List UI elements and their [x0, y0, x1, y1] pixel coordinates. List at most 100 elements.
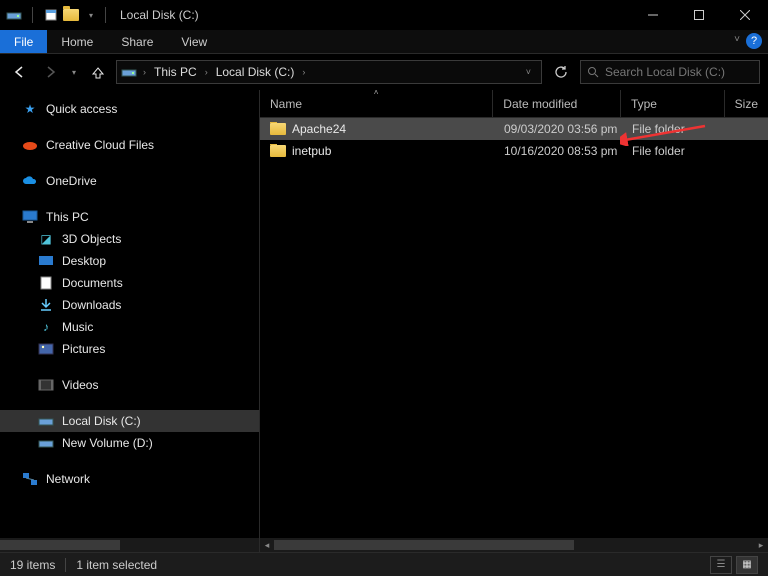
chevron-right-icon[interactable]: › [141, 67, 148, 77]
ribbon-collapse-icon[interactable]: ˅ [734, 34, 740, 45]
breadcrumb[interactable]: Local Disk (C:) [214, 65, 297, 79]
column-label: Date modified [503, 97, 577, 111]
address-dropdown-icon[interactable]: ˅ [520, 67, 537, 77]
recent-dropdown-icon[interactable]: ▾ [68, 60, 80, 84]
search-icon [587, 66, 599, 78]
sidebar-item-label: OneDrive [46, 174, 97, 188]
sidebar-item-network[interactable]: Network [0, 468, 259, 490]
main-scrollbar[interactable]: ◂ ▸ [260, 538, 768, 552]
desktop-icon [38, 253, 54, 269]
sidebar-item-label: Documents [62, 276, 123, 290]
status-selection-count: 1 item selected [76, 558, 157, 572]
help-icon[interactable]: ? [746, 33, 762, 49]
column-label: Name [270, 97, 302, 111]
nav-row: ▾ › This PC › Local Disk (C:) › ˅ [0, 54, 768, 90]
sidebar-item-label: 3D Objects [62, 232, 121, 246]
file-date: 10/16/2020 08:53 pm [494, 144, 622, 158]
sidebar-item-label: Music [62, 320, 93, 334]
star-icon: ★ [22, 101, 38, 117]
file-row[interactable]: inetpub 10/16/2020 08:53 pm File folder [260, 140, 768, 162]
chevron-right-icon[interactable]: › [203, 67, 210, 77]
file-list: Name ˄ Date modified Type Size Apache24 0… [260, 90, 768, 552]
column-label: Size [735, 97, 758, 111]
quick-access-toolbar: ▾ [0, 7, 99, 23]
cloud-icon [22, 173, 38, 189]
scroll-left-icon[interactable]: ◂ [260, 538, 274, 552]
sidebar-item-label: Network [46, 472, 90, 486]
breadcrumb[interactable]: This PC [152, 65, 199, 79]
file-type: File folder [622, 144, 726, 158]
minimize-button[interactable] [630, 0, 676, 30]
sidebar-item-quick-access[interactable]: ★ Quick access [0, 98, 259, 120]
sidebar-item-label: Desktop [62, 254, 106, 268]
sidebar-item-label: This PC [46, 210, 89, 224]
sidebar-item-label: New Volume (D:) [62, 436, 153, 450]
picture-icon [38, 341, 54, 357]
sidebar-item-label: Creative Cloud Files [46, 138, 154, 152]
chevron-right-icon[interactable]: › [300, 67, 307, 77]
sidebar-item-label: Quick access [46, 102, 117, 116]
column-date[interactable]: Date modified [493, 90, 621, 117]
drive-icon [6, 7, 22, 23]
close-button[interactable] [722, 0, 768, 30]
sidebar-item-this-pc[interactable]: This PC [0, 206, 259, 228]
forward-button[interactable] [38, 60, 62, 84]
view-details-button[interactable]: ☰ [710, 556, 732, 574]
sidebar-item-label: Local Disk (C:) [62, 414, 141, 428]
body: ★ Quick access Creative Cloud Files OneD… [0, 90, 768, 552]
sidebar-item-downloads[interactable]: Downloads [0, 294, 259, 316]
download-icon [38, 297, 54, 313]
sort-asc-icon: ˄ [374, 88, 379, 97]
back-button[interactable] [8, 60, 32, 84]
monitor-icon [22, 209, 38, 225]
tab-file[interactable]: File [0, 30, 47, 53]
status-bar: 19 items 1 item selected ☰ ▦ [0, 552, 768, 576]
new-folder-icon[interactable] [63, 7, 79, 23]
column-type[interactable]: Type [621, 90, 725, 117]
qat-dropdown-icon[interactable]: ▾ [83, 7, 99, 23]
drive-icon [38, 435, 54, 451]
video-icon [38, 377, 54, 393]
tab-home[interactable]: Home [47, 30, 107, 53]
maximize-button[interactable] [676, 0, 722, 30]
column-name[interactable]: Name ˄ [260, 90, 493, 117]
creative-cloud-icon [22, 137, 38, 153]
address-bar[interactable]: › This PC › Local Disk (C:) › ˅ [116, 60, 542, 84]
document-icon [38, 275, 54, 291]
file-row[interactable]: Apache24 09/03/2020 03:56 pm File folder [260, 118, 768, 140]
column-size[interactable]: Size [725, 90, 768, 117]
file-rows: Apache24 09/03/2020 03:56 pm File folder… [260, 118, 768, 538]
sidebar-item-3d-objects[interactable]: ◪ 3D Objects [0, 228, 259, 250]
up-button[interactable] [86, 60, 110, 84]
sidebar-item-desktop[interactable]: Desktop [0, 250, 259, 272]
ribbon: File Home Share View ˅ ? [0, 30, 768, 54]
sidebar-item-onedrive[interactable]: OneDrive [0, 170, 259, 192]
properties-icon[interactable] [43, 7, 59, 23]
sidebar-item-pictures[interactable]: Pictures [0, 338, 259, 360]
folder-icon [270, 145, 286, 157]
sidebar-item-local-disk-c[interactable]: Local Disk (C:) [0, 410, 259, 432]
sidebar-item-music[interactable]: ♪ Music [0, 316, 259, 338]
sidebar-item-videos[interactable]: Videos [0, 374, 259, 396]
sidebar-item-creative-cloud[interactable]: Creative Cloud Files [0, 134, 259, 156]
tab-share[interactable]: Share [107, 30, 167, 53]
tab-view[interactable]: View [167, 30, 221, 53]
sidebar-scrollbar[interactable] [0, 538, 259, 552]
window-title: Local Disk (C:) [120, 8, 199, 22]
sidebar-item-documents[interactable]: Documents [0, 272, 259, 294]
search-input[interactable] [605, 65, 760, 79]
sidebar-item-label: Videos [62, 378, 98, 392]
music-icon: ♪ [38, 319, 54, 335]
scroll-right-icon[interactable]: ▸ [754, 538, 768, 552]
view-large-icons-button[interactable]: ▦ [736, 556, 758, 574]
column-label: Type [631, 97, 657, 111]
file-name: Apache24 [292, 122, 346, 136]
refresh-button[interactable] [548, 60, 574, 84]
file-name: inetpub [292, 144, 331, 158]
drive-icon [121, 64, 137, 80]
sidebar-item-new-volume-d[interactable]: New Volume (D:) [0, 432, 259, 454]
file-type: File folder [622, 122, 726, 136]
search-box[interactable] [580, 60, 760, 84]
cube-icon: ◪ [38, 231, 54, 247]
column-headers: Name ˄ Date modified Type Size [260, 90, 768, 118]
